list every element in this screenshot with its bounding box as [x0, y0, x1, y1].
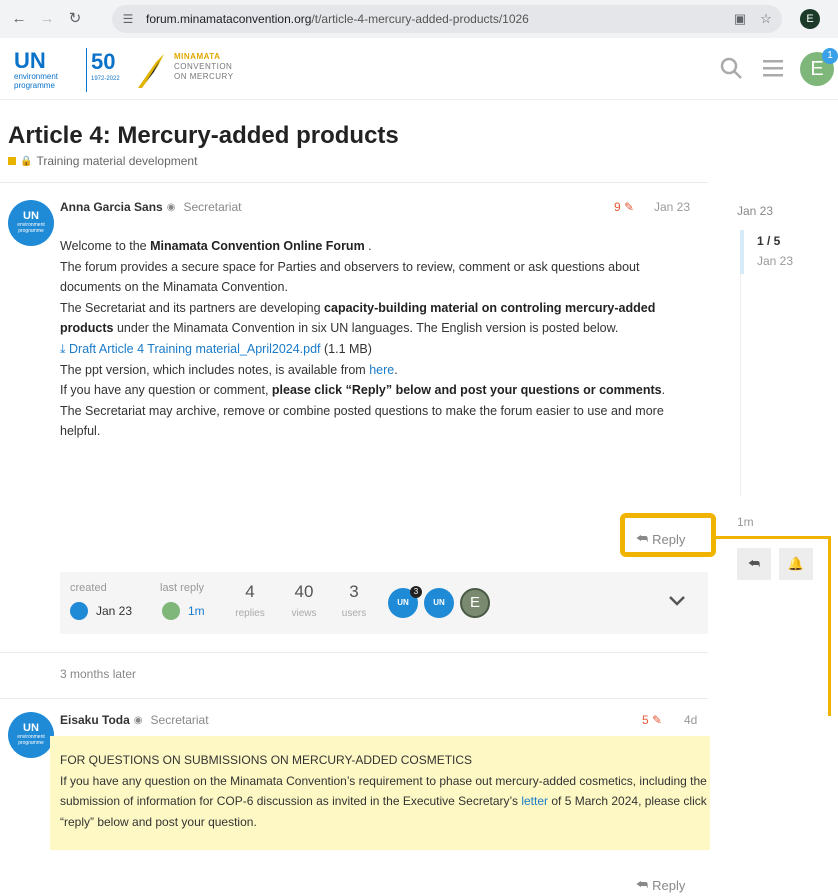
last-reply-avatar	[162, 602, 180, 620]
category-badge[interactable]: 🔒 Training material development	[8, 154, 197, 168]
highlight-connector-horizontal	[716, 536, 830, 539]
post1-author-role: Secretariat	[183, 200, 242, 214]
views-label: views	[291, 608, 317, 619]
post1-date[interactable]: Jan 23	[654, 200, 690, 214]
post1-edit-history[interactable]: 9 ✎	[614, 200, 634, 214]
notification-bell-icon[interactable]: 🔔	[779, 548, 813, 580]
reload-icon[interactable]: ↻	[64, 8, 86, 30]
post1-development: The Secretariat and its partners are dev…	[60, 300, 656, 336]
search-icon[interactable]	[718, 56, 744, 82]
minamata-logo[interactable]: MINAMATA CONVENTION ON MERCURY	[136, 46, 256, 94]
post1-author-name[interactable]: Anna Garcia Sans	[60, 200, 163, 214]
gap-divider	[0, 698, 708, 699]
letter-link[interactable]: letter	[521, 794, 548, 808]
last-reply-time[interactable]: 1m	[188, 604, 205, 618]
timeline-track[interactable]	[740, 274, 741, 496]
post2-author-role: Secretariat	[150, 713, 209, 727]
chevron-down-icon[interactable]	[668, 594, 686, 613]
address-bar[interactable]: ☰ forum.minamataconvention.org/t/article…	[112, 5, 782, 33]
pencil-icon: ✎	[624, 200, 635, 214]
url-text: forum.minamataconvention.org/t/article-4…	[146, 12, 529, 26]
timeline-start-date[interactable]: Jan 23	[737, 204, 773, 218]
post1-intro: The forum provides a secure space for Pa…	[60, 259, 640, 295]
replies-count: 4	[245, 582, 255, 601]
created-date[interactable]: Jan 23	[96, 604, 132, 618]
notification-badge[interactable]: 1	[822, 48, 838, 64]
post2-author[interactable]: Eisaku Toda ◉ Secretariat	[60, 713, 209, 727]
un-logo-subtext: environment programme	[14, 72, 59, 90]
post1-ppt: The ppt version, which includes notes, i…	[60, 362, 398, 377]
category-color-square	[8, 157, 16, 165]
created-avatar	[70, 602, 88, 620]
participant-post-count-badge: 3	[410, 586, 422, 598]
post1-archive: The Secretariat may archive, remove or c…	[60, 403, 664, 439]
timeline-reply-button[interactable]: ⮪	[737, 548, 771, 580]
hamburger-menu-icon[interactable]	[760, 56, 786, 82]
lock-icon: 🔒	[20, 155, 33, 167]
anniversary-logo: 50 1972-2022	[86, 48, 130, 92]
site-info-icon[interactable]: ☰	[120, 11, 136, 27]
bookmark-star-icon[interactable]: ☆	[758, 11, 774, 27]
category-name: Training material development	[36, 154, 198, 168]
timeline-end-label[interactable]: 1m	[737, 515, 754, 529]
post1-question: If you have any question or comment, ple…	[60, 383, 666, 398]
participant-avatar-2[interactable]: UN	[424, 588, 454, 618]
post1-welcome: Welcome to the Minamata Convention Onlin…	[60, 239, 372, 253]
topic-title[interactable]: Article 4: Mercury-added products	[8, 122, 399, 150]
post-divider	[0, 652, 708, 653]
post2-reply-button[interactable]: ⮪ Reply	[636, 877, 685, 893]
last-reply-label: last reply	[160, 582, 205, 594]
reply-arrow-icon: ⮪	[636, 877, 649, 892]
pencil-icon: ✎	[652, 713, 663, 727]
post2-avatar[interactable]: UN environment programme	[8, 712, 54, 758]
ppt-here-link[interactable]: here	[369, 363, 394, 377]
time-gap-label: 3 months later	[60, 667, 137, 681]
created-label: created	[70, 582, 107, 594]
post1-attachment: ⤓ Draft Article 4 Training material_Apri…	[60, 341, 372, 356]
views-count: 40	[294, 582, 314, 601]
post1-body: Welcome to the Minamata Convention Onlin…	[60, 236, 700, 442]
back-icon[interactable]: ←	[8, 8, 30, 30]
topic-map: created Jan 23 last reply 1m 4 replies 4…	[60, 572, 708, 634]
moderator-shield-icon: ◉	[166, 201, 176, 213]
post1-avatar[interactable]: UN environment programme	[8, 200, 54, 246]
un-logo-text: UN	[14, 48, 46, 73]
users-count: 3	[349, 582, 359, 601]
anniversary-number: 50	[91, 49, 116, 74]
post2-heading: FOR QUESTIONS ON SUBMISSIONS ON MERCURY-…	[60, 753, 473, 767]
post1-author[interactable]: Anna Garcia Sans ◉ Secretariat	[60, 200, 241, 214]
attachment-link[interactable]: ⤓ Draft Article 4 Training material_Apri…	[60, 342, 321, 356]
download-icon: ⤓	[60, 341, 66, 356]
timeline-position: 1 / 5	[757, 234, 781, 248]
site-header: UN environment programme 50 1972-2022 MI…	[0, 38, 838, 100]
moderator-shield-icon: ◉	[133, 714, 143, 726]
highlight-connector-vertical	[828, 536, 831, 716]
browser-toolbar: ← → ↻ ☰ forum.minamataconvention.org/t/a…	[0, 0, 838, 38]
timeline-scroller-handle[interactable]	[740, 230, 744, 274]
post2-text: If you have any question on the Minamata…	[60, 773, 707, 829]
unep-logo[interactable]: UN environment programme	[14, 50, 84, 94]
install-app-icon[interactable]: ▣	[732, 11, 748, 27]
browser-profile-avatar[interactable]: E	[800, 9, 820, 29]
anniversary-years: 1972-2022	[91, 76, 120, 82]
post2-date[interactable]: 4d	[684, 713, 697, 727]
post2-body: FOR QUESTIONS ON SUBMISSIONS ON MERCURY-…	[50, 736, 710, 850]
participant-avatar-3[interactable]: E	[460, 588, 490, 618]
post2-author-name[interactable]: Eisaku Toda	[60, 713, 130, 727]
forward-icon[interactable]: →	[36, 8, 58, 30]
replies-label: replies	[235, 608, 265, 619]
reply-highlight-box	[620, 513, 716, 557]
post2-edit-history[interactable]: 5 ✎	[642, 713, 662, 727]
title-divider	[0, 182, 708, 183]
minamata-bird-icon	[138, 54, 164, 88]
timeline-position-date: Jan 23	[757, 254, 794, 268]
minamata-logo-text: MINAMATA CONVENTION ON MERCURY	[174, 52, 234, 81]
users-label: users	[341, 608, 367, 619]
